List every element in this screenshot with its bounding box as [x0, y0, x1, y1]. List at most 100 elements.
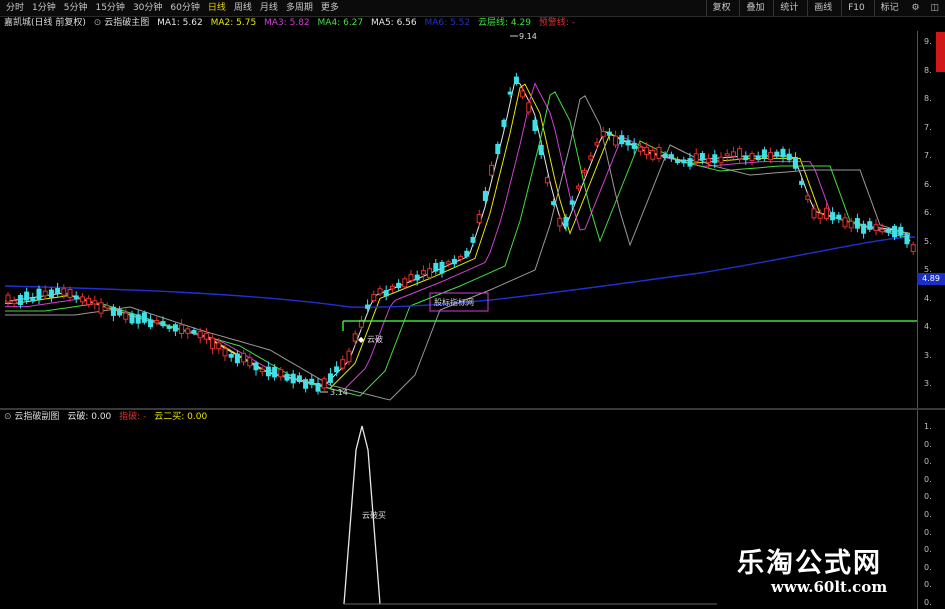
candle-body [334, 366, 340, 373]
timeframe-8[interactable]: 月线 [256, 0, 282, 16]
cloud-line-value: 4.29 [510, 18, 531, 28]
candle-body [737, 148, 743, 160]
candle-body [420, 270, 426, 275]
timeframe-10[interactable]: 更多 [317, 0, 343, 16]
timeframe-6[interactable]: 日线 [204, 0, 230, 16]
candle-body [110, 306, 116, 316]
candle-body [290, 373, 296, 384]
candle-body [830, 212, 836, 221]
candle-body [799, 180, 805, 185]
candle-body [551, 201, 557, 206]
timeframe-0[interactable]: 分时 [2, 0, 28, 16]
candle-body [148, 319, 154, 328]
candle-body [637, 146, 643, 152]
candle-body [98, 302, 104, 314]
candle-body [135, 314, 141, 324]
statistics-button[interactable]: 统计 [773, 0, 804, 16]
candlestick-chart[interactable]: 股标指标网 9.14 3.14 ◆ 云破 [0, 31, 917, 408]
candle-body [79, 296, 85, 303]
candle-body [613, 135, 619, 146]
candle-body [48, 289, 54, 298]
timeframe-3[interactable]: 15分钟 [91, 0, 128, 16]
candle-body [321, 378, 327, 389]
candle-body [650, 149, 656, 160]
ma6-value: 5.52 [450, 18, 471, 28]
main-indicator-name[interactable]: 云指破主图 [104, 18, 149, 28]
sub-axis-tick: 0. [924, 474, 932, 484]
candle-body [805, 195, 811, 200]
settings-gear-icon[interactable]: ⚙ [908, 0, 924, 16]
candle-body [706, 158, 712, 163]
candle-body [631, 143, 637, 149]
candle-body [396, 282, 402, 289]
signal-label: 云破 [367, 334, 383, 344]
timeframe-9[interactable]: 多周期 [282, 0, 317, 16]
candle-body [898, 226, 904, 236]
window-restore-icon[interactable]: ◫ [926, 0, 943, 16]
candle-body [501, 119, 507, 127]
candle-body [792, 156, 798, 169]
candle-body [253, 362, 259, 371]
candle-body [489, 164, 495, 176]
candle-body [433, 262, 439, 272]
candle-body [203, 332, 209, 340]
axis-marker [936, 32, 945, 72]
ma5-value: 6.56 [396, 18, 417, 28]
axis-tick: 4. [924, 293, 932, 303]
axis-tick: 3. [924, 350, 932, 360]
indicator-settings-icon[interactable]: ⊙ [94, 18, 102, 28]
candle-body [42, 290, 48, 297]
candle-body [439, 261, 445, 274]
candle-body [228, 354, 234, 358]
timeframe-7[interactable]: 周线 [230, 0, 256, 16]
timeframe-2[interactable]: 5分钟 [60, 0, 92, 16]
candle-body [458, 256, 464, 260]
candle-body [445, 261, 451, 265]
axis-tick: 8. [924, 65, 932, 75]
alert-line-label: 预警线: [538, 18, 569, 28]
candle-body [594, 142, 600, 146]
candle-body [241, 352, 247, 363]
timeframe-4[interactable]: 30分钟 [129, 0, 166, 16]
candle-body [141, 312, 147, 323]
sub-axis-tick: 0. [924, 457, 932, 467]
candle-body [17, 294, 23, 306]
moving-average-line [5, 83, 911, 389]
sub-axis: 1. 0. 0. 0. 0. 0. 0. 0. 0. 0. 0. [917, 410, 945, 609]
f10-button[interactable]: F10 [841, 0, 871, 16]
overlay-button[interactable]: 叠加 [739, 0, 770, 16]
candle-body [681, 159, 687, 164]
axis-tick: 8. [924, 94, 932, 103]
axis-tick: 6. [924, 179, 932, 189]
box-label-text: 股标指标网 [434, 297, 474, 307]
axis-tick: 4. [924, 322, 932, 331]
candle-body [470, 236, 476, 243]
candle-body [910, 244, 916, 253]
timeframe-1[interactable]: 1分钟 [28, 0, 60, 16]
candle-body [662, 153, 668, 159]
ma6-label: MA6: [424, 18, 448, 28]
mark-button[interactable]: 标记 [873, 0, 905, 16]
candle-body [854, 218, 860, 229]
timeframe-bar: 分时 1分钟 5分钟 15分钟 30分钟 60分钟 日线 周线 月线 多周期 更多 [2, 0, 343, 16]
candle-body [389, 285, 395, 290]
ma4-label: MA4: [317, 18, 341, 28]
ma2-value: 5.75 [236, 18, 257, 28]
candle-body [867, 221, 873, 230]
candle-body [408, 273, 414, 281]
timeframe-5[interactable]: 60分钟 [166, 0, 203, 16]
sub-axis-tick: 0. [924, 439, 932, 449]
ma3-label: MA3: [264, 18, 287, 28]
candle-body [315, 382, 321, 392]
candle-body [36, 288, 42, 301]
long-moving-average-line [4, 236, 916, 308]
draw-line-button[interactable]: 画线 [807, 0, 838, 16]
restore-rights-button[interactable]: 复权 [705, 0, 737, 16]
candle-body [210, 337, 216, 349]
candle-body [272, 366, 278, 378]
candle-body [625, 140, 631, 146]
price-axis: 9. 8. 8. 7. 7. 6. 6. 5. 5. 4. 4. 3. 3. [917, 31, 945, 409]
candle-body [92, 300, 98, 305]
candle-body [526, 102, 532, 113]
moving-average-line [5, 91, 911, 397]
